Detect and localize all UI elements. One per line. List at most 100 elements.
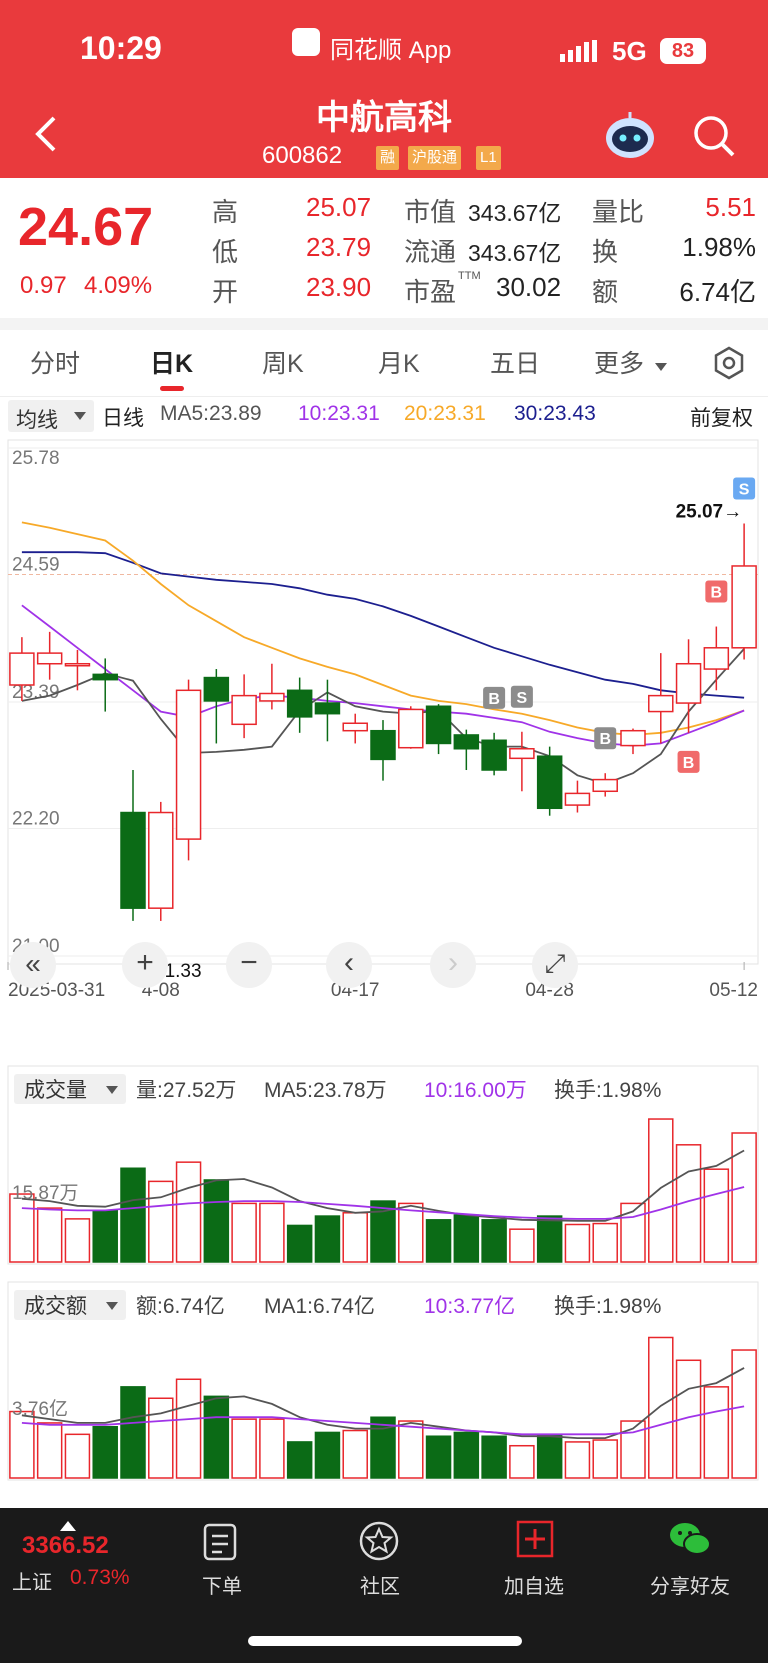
nav-community[interactable]: 社区 (360, 1570, 400, 1599)
stock-code: 600862 (262, 142, 343, 169)
candle-body (564, 792, 591, 806)
amount-bar (509, 1444, 535, 1479)
volume-bar (175, 1161, 202, 1263)
volume-bar (286, 1224, 313, 1263)
volume-bar (481, 1219, 507, 1263)
status-time: 10:29 (80, 30, 162, 66)
tab-more[interactable]: 更多 (594, 344, 644, 380)
ma30-value: 30:23.43 (514, 402, 596, 425)
candle-body (120, 811, 146, 909)
home-indicator (248, 1636, 522, 1646)
next-button[interactable]: › (430, 942, 476, 988)
section-divider (0, 318, 768, 330)
volume-bar (398, 1202, 424, 1263)
prev-button[interactable]: ‹ (326, 942, 372, 988)
candle-body (509, 748, 535, 760)
amount-bar (453, 1431, 480, 1479)
candle-body (398, 708, 424, 749)
volume-axis-tick: 15.87万 (12, 1183, 79, 1204)
tab-weekly-k[interactable]: 周K (262, 344, 304, 380)
nav-add-watchlist[interactable]: 加自选 (504, 1570, 564, 1599)
volume-bar (92, 1209, 118, 1263)
volume-bar (509, 1228, 535, 1263)
volume-bar (203, 1179, 230, 1263)
amount-bar (342, 1429, 368, 1479)
app-logo-icon (292, 28, 320, 56)
settings-icon[interactable] (712, 346, 746, 385)
tab-monthly-k[interactable]: 月K (378, 344, 420, 380)
ma5-value: MA5:23.89 (160, 402, 262, 425)
indicator-selector[interactable]: 均线 (8, 400, 94, 432)
search-icon[interactable] (692, 114, 736, 163)
candle-body (425, 705, 452, 745)
volume-bar (9, 1193, 35, 1263)
candle-body (314, 702, 341, 715)
volume-bar (648, 1118, 674, 1263)
amount-axis-tick: 3.76亿 (12, 1398, 68, 1420)
amount-info: MA1:6.74亿 (264, 1295, 375, 1318)
battery-indicator: 83 (660, 38, 706, 64)
amount-info: 额:6.74亿 (136, 1295, 225, 1318)
amount-bar (398, 1420, 424, 1479)
candle-body (203, 676, 230, 702)
amount-bar (536, 1433, 563, 1479)
order-icon[interactable] (202, 1522, 238, 1567)
community-icon[interactable] (358, 1520, 400, 1567)
network-type: 5G (612, 36, 647, 66)
ma20-line (21, 521, 745, 736)
candle-body (259, 692, 285, 702)
candle-body (64, 662, 91, 667)
tab-five-day[interactable]: 五日 (490, 344, 540, 380)
tab-daily-k[interactable]: 日K (150, 344, 193, 380)
add-watchlist-icon[interactable] (516, 1520, 554, 1563)
wechat-icon[interactable] (668, 1520, 712, 1563)
ma20-value: 20:23.31 (404, 402, 486, 425)
candle-body (342, 722, 368, 732)
marker-label: B (599, 731, 611, 748)
candle-body (453, 734, 480, 750)
amount-bar (648, 1336, 674, 1479)
amount-bar (36, 1422, 63, 1479)
amount-bar (92, 1425, 118, 1479)
nav-order[interactable]: 下单 (202, 1570, 242, 1599)
amount-bar (314, 1431, 341, 1479)
zoom-out-button[interactable]: − (226, 942, 272, 988)
amount-bar (286, 1441, 313, 1479)
amount-bar (481, 1435, 507, 1479)
signal-icon (560, 40, 604, 67)
volume-bar (453, 1214, 480, 1263)
ma-legend-row: 均线 日线 MA5:23.89 10:23.31 20:23.31 30:23.… (0, 398, 768, 436)
dropdown-icon (74, 412, 86, 420)
index-value[interactable]: 3366.52 (22, 1532, 109, 1560)
dropdown-icon (655, 358, 667, 376)
marker-label: B (711, 585, 723, 602)
price-axis-tick: 25.78 (12, 448, 60, 469)
amount-bar (231, 1418, 257, 1479)
amount-bar (9, 1410, 35, 1479)
nav-share[interactable]: 分享好友 (650, 1570, 730, 1599)
volume-info: 量:27.52万 (136, 1079, 236, 1102)
marker-label: S (517, 690, 528, 707)
kline-chart-area[interactable]: 25.7824.5923.3922.2021.0025.07→←21.33BSB… (0, 436, 768, 1508)
amount-bar (259, 1418, 285, 1479)
volume-bar (120, 1167, 146, 1263)
adjust-mode[interactable]: 前复权 (690, 402, 753, 432)
tab-intraday[interactable]: 分时 (30, 344, 80, 380)
tag-margin: 融 (376, 146, 400, 170)
ma10-value: 10:23.31 (298, 402, 380, 425)
turnover-value: 1.98% (682, 232, 756, 262)
marker-label: B (488, 691, 500, 708)
amount-value: 6.74亿 (679, 277, 756, 307)
price-axis-tick: 24.59 (12, 554, 60, 575)
zoom-in-button[interactable]: + (122, 942, 168, 988)
marker-label: S (739, 481, 750, 498)
scroll-left-button[interactable]: « (10, 942, 56, 988)
amount-bar (120, 1386, 146, 1479)
app-name: 同花顺 App (330, 37, 452, 64)
volume-bar (536, 1215, 563, 1263)
amount-bar (203, 1395, 230, 1479)
fullscreen-button[interactable]: ⤢ (532, 942, 578, 988)
candle-body (675, 662, 702, 704)
robot-assistant-icon[interactable] (604, 112, 656, 165)
high-annotation: 25.07→ (676, 501, 743, 522)
